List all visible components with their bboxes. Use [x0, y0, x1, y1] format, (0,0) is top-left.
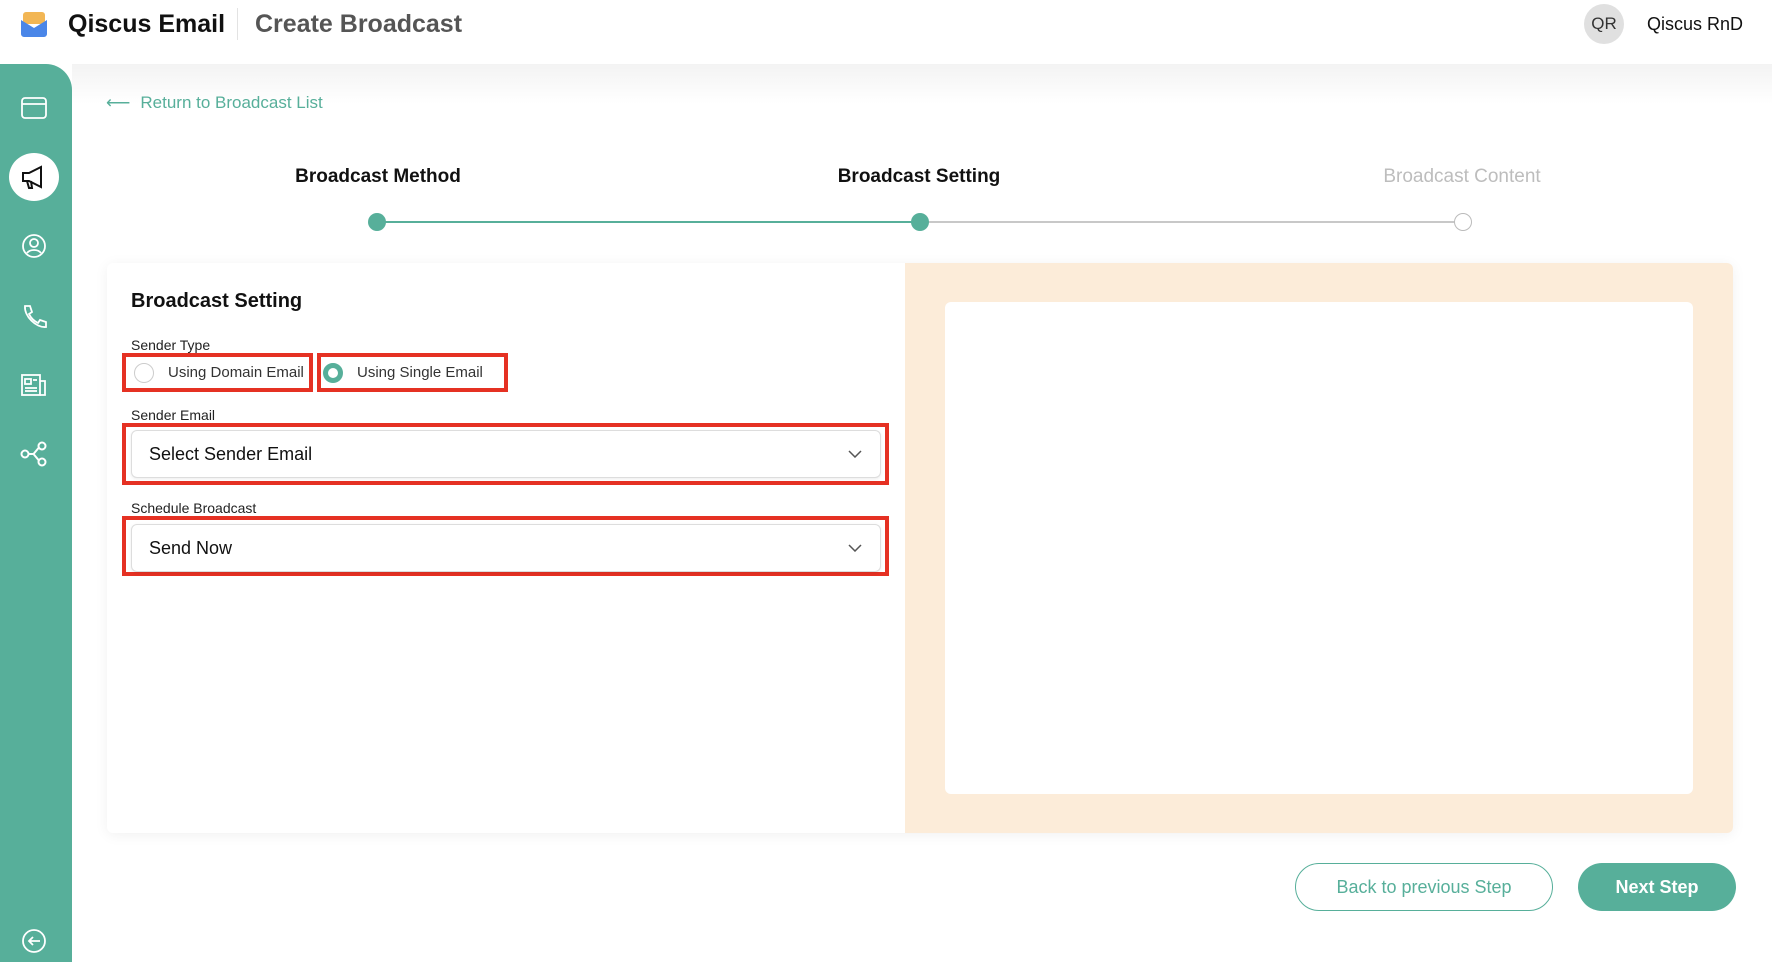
radio-unchecked-icon — [134, 362, 154, 383]
next-step-button[interactable]: Next Step — [1578, 863, 1736, 911]
preview-box — [945, 302, 1693, 794]
broadcast-setting-card: Broadcast Setting Sender Type Using Doma… — [107, 263, 1733, 833]
share-nodes-icon[interactable] — [9, 430, 59, 478]
schedule-select[interactable]: Send Now — [131, 524, 881, 572]
return-link-label: Return to Broadcast List — [140, 93, 323, 112]
newspaper-icon[interactable] — [9, 361, 59, 409]
schedule-label: Schedule Broadcast — [131, 500, 257, 516]
sidebar — [0, 64, 72, 962]
user-circle-icon[interactable] — [9, 222, 59, 270]
step-dot-done — [368, 213, 386, 231]
radio-label: Using Single Email — [357, 364, 483, 381]
qiscus-logo-icon — [21, 12, 47, 37]
step-dot-pending — [1454, 213, 1472, 231]
radio-using-single-email[interactable]: Using Single Email — [317, 353, 508, 392]
radio-label: Using Domain Email — [168, 364, 304, 381]
select-value: Send Now — [149, 537, 233, 558]
stepper-line-done — [377, 221, 919, 223]
app-name: Qiscus Email — [68, 10, 226, 38]
step-dot-current — [911, 213, 929, 231]
phone-icon[interactable] — [9, 292, 59, 340]
arrow-left-circle-icon[interactable] — [9, 917, 59, 965]
radio-using-domain-email[interactable]: Using Domain Email — [122, 353, 313, 392]
chevron-down-icon — [848, 544, 862, 552]
step-broadcast-setting: Broadcast Setting — [837, 166, 1001, 187]
sender-type-label: Sender Type — [131, 337, 211, 353]
radio-checked-icon — [323, 362, 343, 383]
return-to-list-link[interactable]: ⟵ Return to Broadcast List — [106, 93, 323, 113]
header-shadow — [72, 64, 1772, 104]
header-divider — [237, 8, 238, 40]
user-name[interactable]: Qiscus RnD — [1647, 14, 1743, 35]
preview-panel — [905, 263, 1733, 833]
stepper-line-pending — [919, 221, 1463, 223]
page-title: Create Broadcast — [255, 10, 463, 38]
select-value: Select Sender Email — [149, 443, 313, 464]
step-broadcast-content: Broadcast Content — [1383, 166, 1541, 187]
back-button[interactable]: Back to previous Step — [1295, 863, 1553, 911]
sender-email-select[interactable]: Select Sender Email — [131, 430, 881, 478]
chevron-down-icon — [848, 450, 862, 458]
browser-window-icon[interactable] — [9, 84, 59, 132]
arrow-left-icon: ⟵ — [106, 93, 131, 112]
megaphone-icon[interactable] — [9, 153, 59, 201]
sender-email-label: Sender Email — [131, 407, 216, 423]
form-heading: Broadcast Setting — [131, 290, 303, 312]
step-broadcast-method: Broadcast Method — [295, 166, 461, 187]
avatar[interactable]: QR — [1584, 4, 1624, 44]
